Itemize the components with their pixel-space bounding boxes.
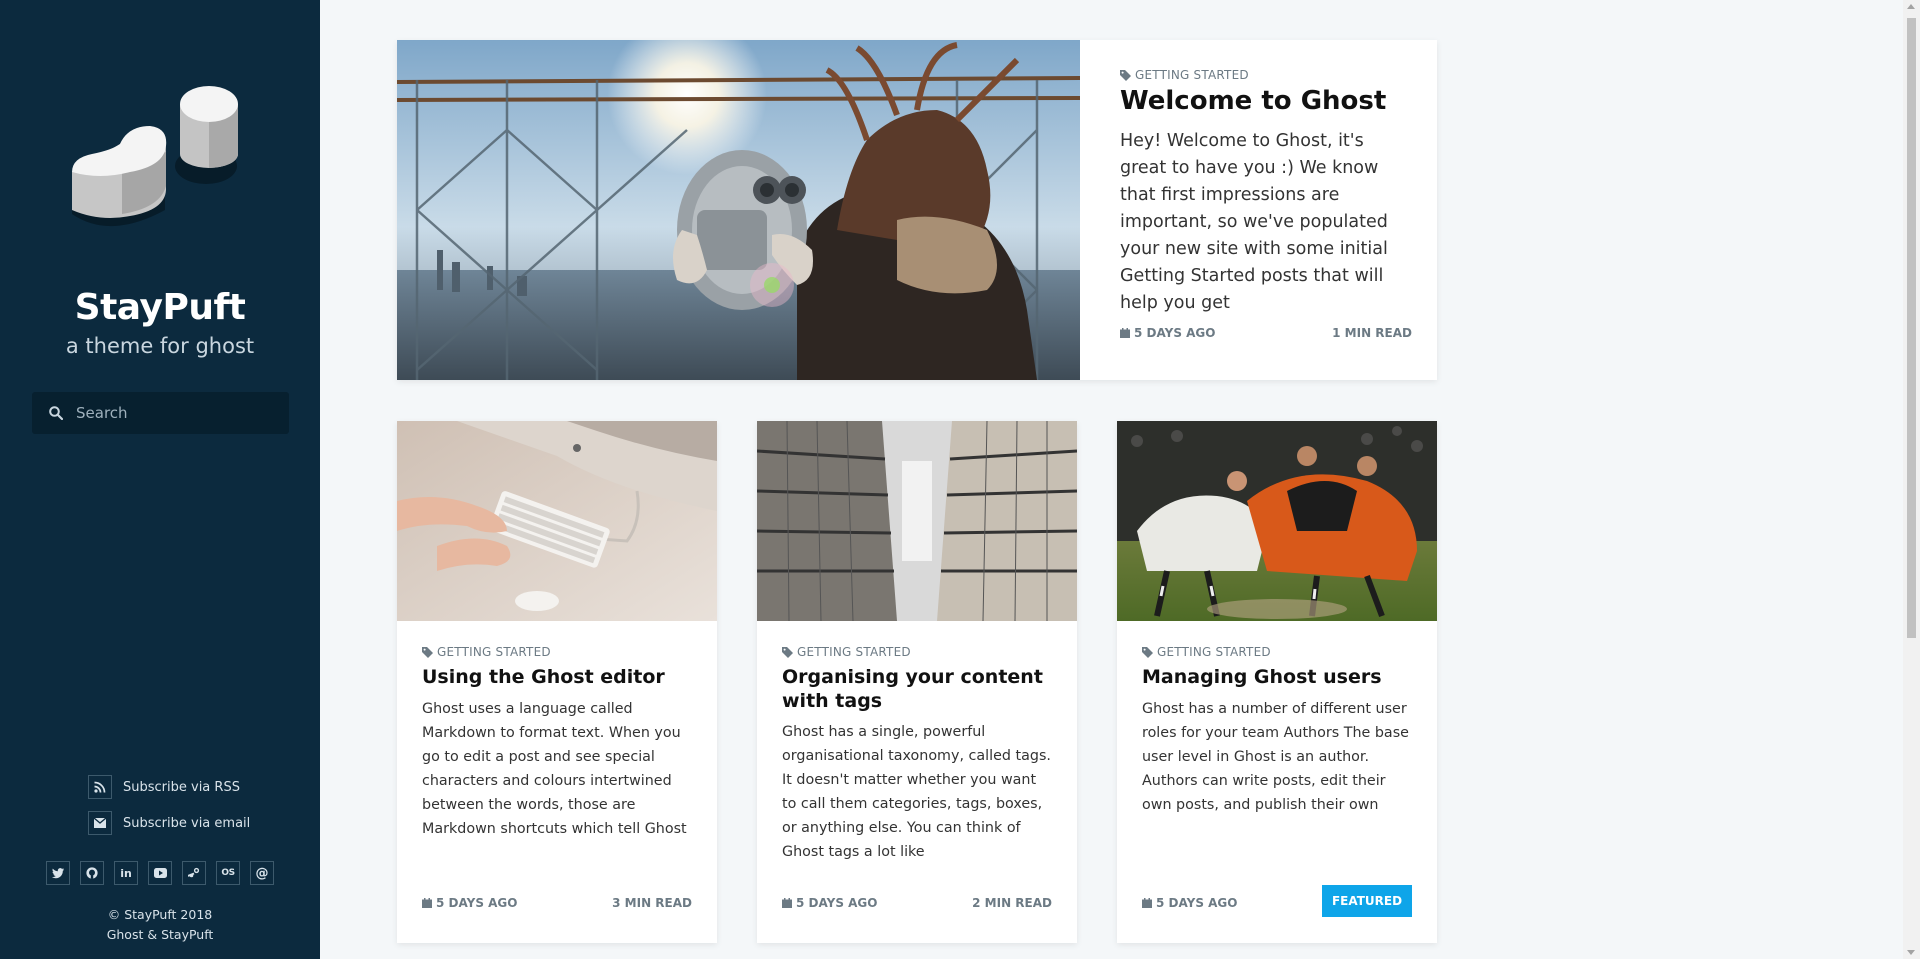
twitter-icon[interactable] (46, 861, 70, 885)
site-title[interactable]: StayPuft (0, 287, 320, 328)
post-image[interactable] (757, 421, 1077, 621)
featured-badge[interactable]: FEATURED (1322, 885, 1412, 917)
post-date-label: 5 DAYS AGO (436, 896, 518, 910)
site-logo[interactable] (70, 82, 250, 252)
post-read-time: 2 MIN READ (972, 896, 1052, 910)
email-icon[interactable]: @ (250, 861, 274, 885)
featured-post-card[interactable]: GETTING STARTED Welcome to Ghost Hey! We… (397, 40, 1437, 380)
post-tag[interactable]: GETTING STARTED (1120, 68, 1249, 82)
footer-copyright: © StayPuft 2018 Ghost & StayPuft (0, 905, 320, 945)
subscribe-email-label: Subscribe via email (123, 815, 251, 831)
tag-icon (782, 646, 793, 658)
subscribe-email-link[interactable]: Subscribe via email (88, 811, 250, 835)
post-excerpt: Ghost has a number of different user rol… (1142, 701, 1409, 813)
youtube-icon[interactable] (148, 861, 172, 885)
post-card[interactable]: GETTING STARTED Using the Ghost editor G… (397, 421, 717, 943)
scroll-down-arrow-icon[interactable] (1907, 950, 1915, 955)
site-description: a theme for ghost (65, 334, 255, 358)
calendar-icon (422, 898, 432, 908)
github-icon[interactable] (80, 861, 104, 885)
subscribe-rss-label: Subscribe via RSS (123, 779, 240, 795)
post-title[interactable]: Welcome to Ghost (1120, 86, 1386, 116)
post-excerpt: Ghost has a single, powerful organisatio… (782, 724, 1051, 860)
post-date-label: 5 DAYS AGO (1156, 896, 1238, 910)
featured-post-image[interactable] (397, 40, 1080, 380)
calendar-icon (1120, 328, 1130, 338)
post-date-label: 5 DAYS AGO (796, 896, 878, 910)
post-date: 5 DAYS AGO (1120, 326, 1215, 340)
post-image[interactable] (397, 421, 717, 621)
copyright-text: © StayPuft 2018 (107, 907, 213, 922)
post-tag-label: GETTING STARTED (797, 645, 911, 659)
post-card[interactable]: GETTING STARTED Managing Ghost users Gho… (1117, 421, 1437, 943)
search-icon (49, 406, 63, 420)
social-links: in OS @ (46, 861, 284, 885)
lastfm-icon[interactable]: OS (216, 861, 240, 885)
subscribe-rss-link[interactable]: Subscribe via RSS (88, 775, 240, 799)
post-tag-label: GETTING STARTED (437, 645, 551, 659)
scrollbar-thumb[interactable] (1907, 18, 1916, 638)
calendar-icon (782, 898, 792, 908)
post-excerpt: Hey! Welcome to Ghost, it's great to hav… (1120, 131, 1388, 313)
tag-icon (1142, 646, 1153, 658)
post-date: 5 DAYS AGO (422, 896, 517, 910)
scroll-up-arrow-icon[interactable] (1907, 4, 1915, 9)
post-tag[interactable]: GETTING STARTED (1142, 645, 1271, 659)
post-title[interactable]: Using the Ghost editor (422, 665, 694, 689)
tag-icon (422, 646, 433, 658)
page-scrollbar[interactable] (1903, 0, 1920, 959)
post-date: 5 DAYS AGO (1142, 896, 1237, 910)
search-box[interactable] (32, 392, 289, 434)
post-title[interactable]: Organising your content with tags (782, 665, 1047, 713)
post-card[interactable]: GETTING STARTED Organising your content … (757, 421, 1077, 943)
post-image[interactable] (1117, 421, 1437, 621)
post-date: 5 DAYS AGO (782, 896, 877, 910)
search-input[interactable] (74, 403, 278, 423)
sidebar: StayPuft a theme for ghost Subscribe via… (0, 0, 320, 959)
rss-icon (88, 775, 112, 799)
post-read-time: 1 MIN READ (1332, 326, 1412, 340)
credit-text: Ghost & StayPuft (106, 927, 214, 942)
post-tag-label: GETTING STARTED (1135, 68, 1249, 82)
tag-icon (1120, 69, 1131, 81)
post-read-time: 3 MIN READ (612, 896, 692, 910)
post-excerpt: Ghost uses a language called Markdown to… (422, 701, 687, 837)
calendar-icon (1142, 898, 1152, 908)
post-title[interactable]: Managing Ghost users (1142, 665, 1414, 689)
post-tag[interactable]: GETTING STARTED (782, 645, 911, 659)
post-tag[interactable]: GETTING STARTED (422, 645, 551, 659)
post-tag-label: GETTING STARTED (1157, 645, 1271, 659)
post-date-label: 5 DAYS AGO (1134, 326, 1216, 340)
envelope-icon (88, 811, 112, 835)
linkedin-icon[interactable]: in (114, 861, 138, 885)
steam-icon[interactable] (182, 861, 206, 885)
